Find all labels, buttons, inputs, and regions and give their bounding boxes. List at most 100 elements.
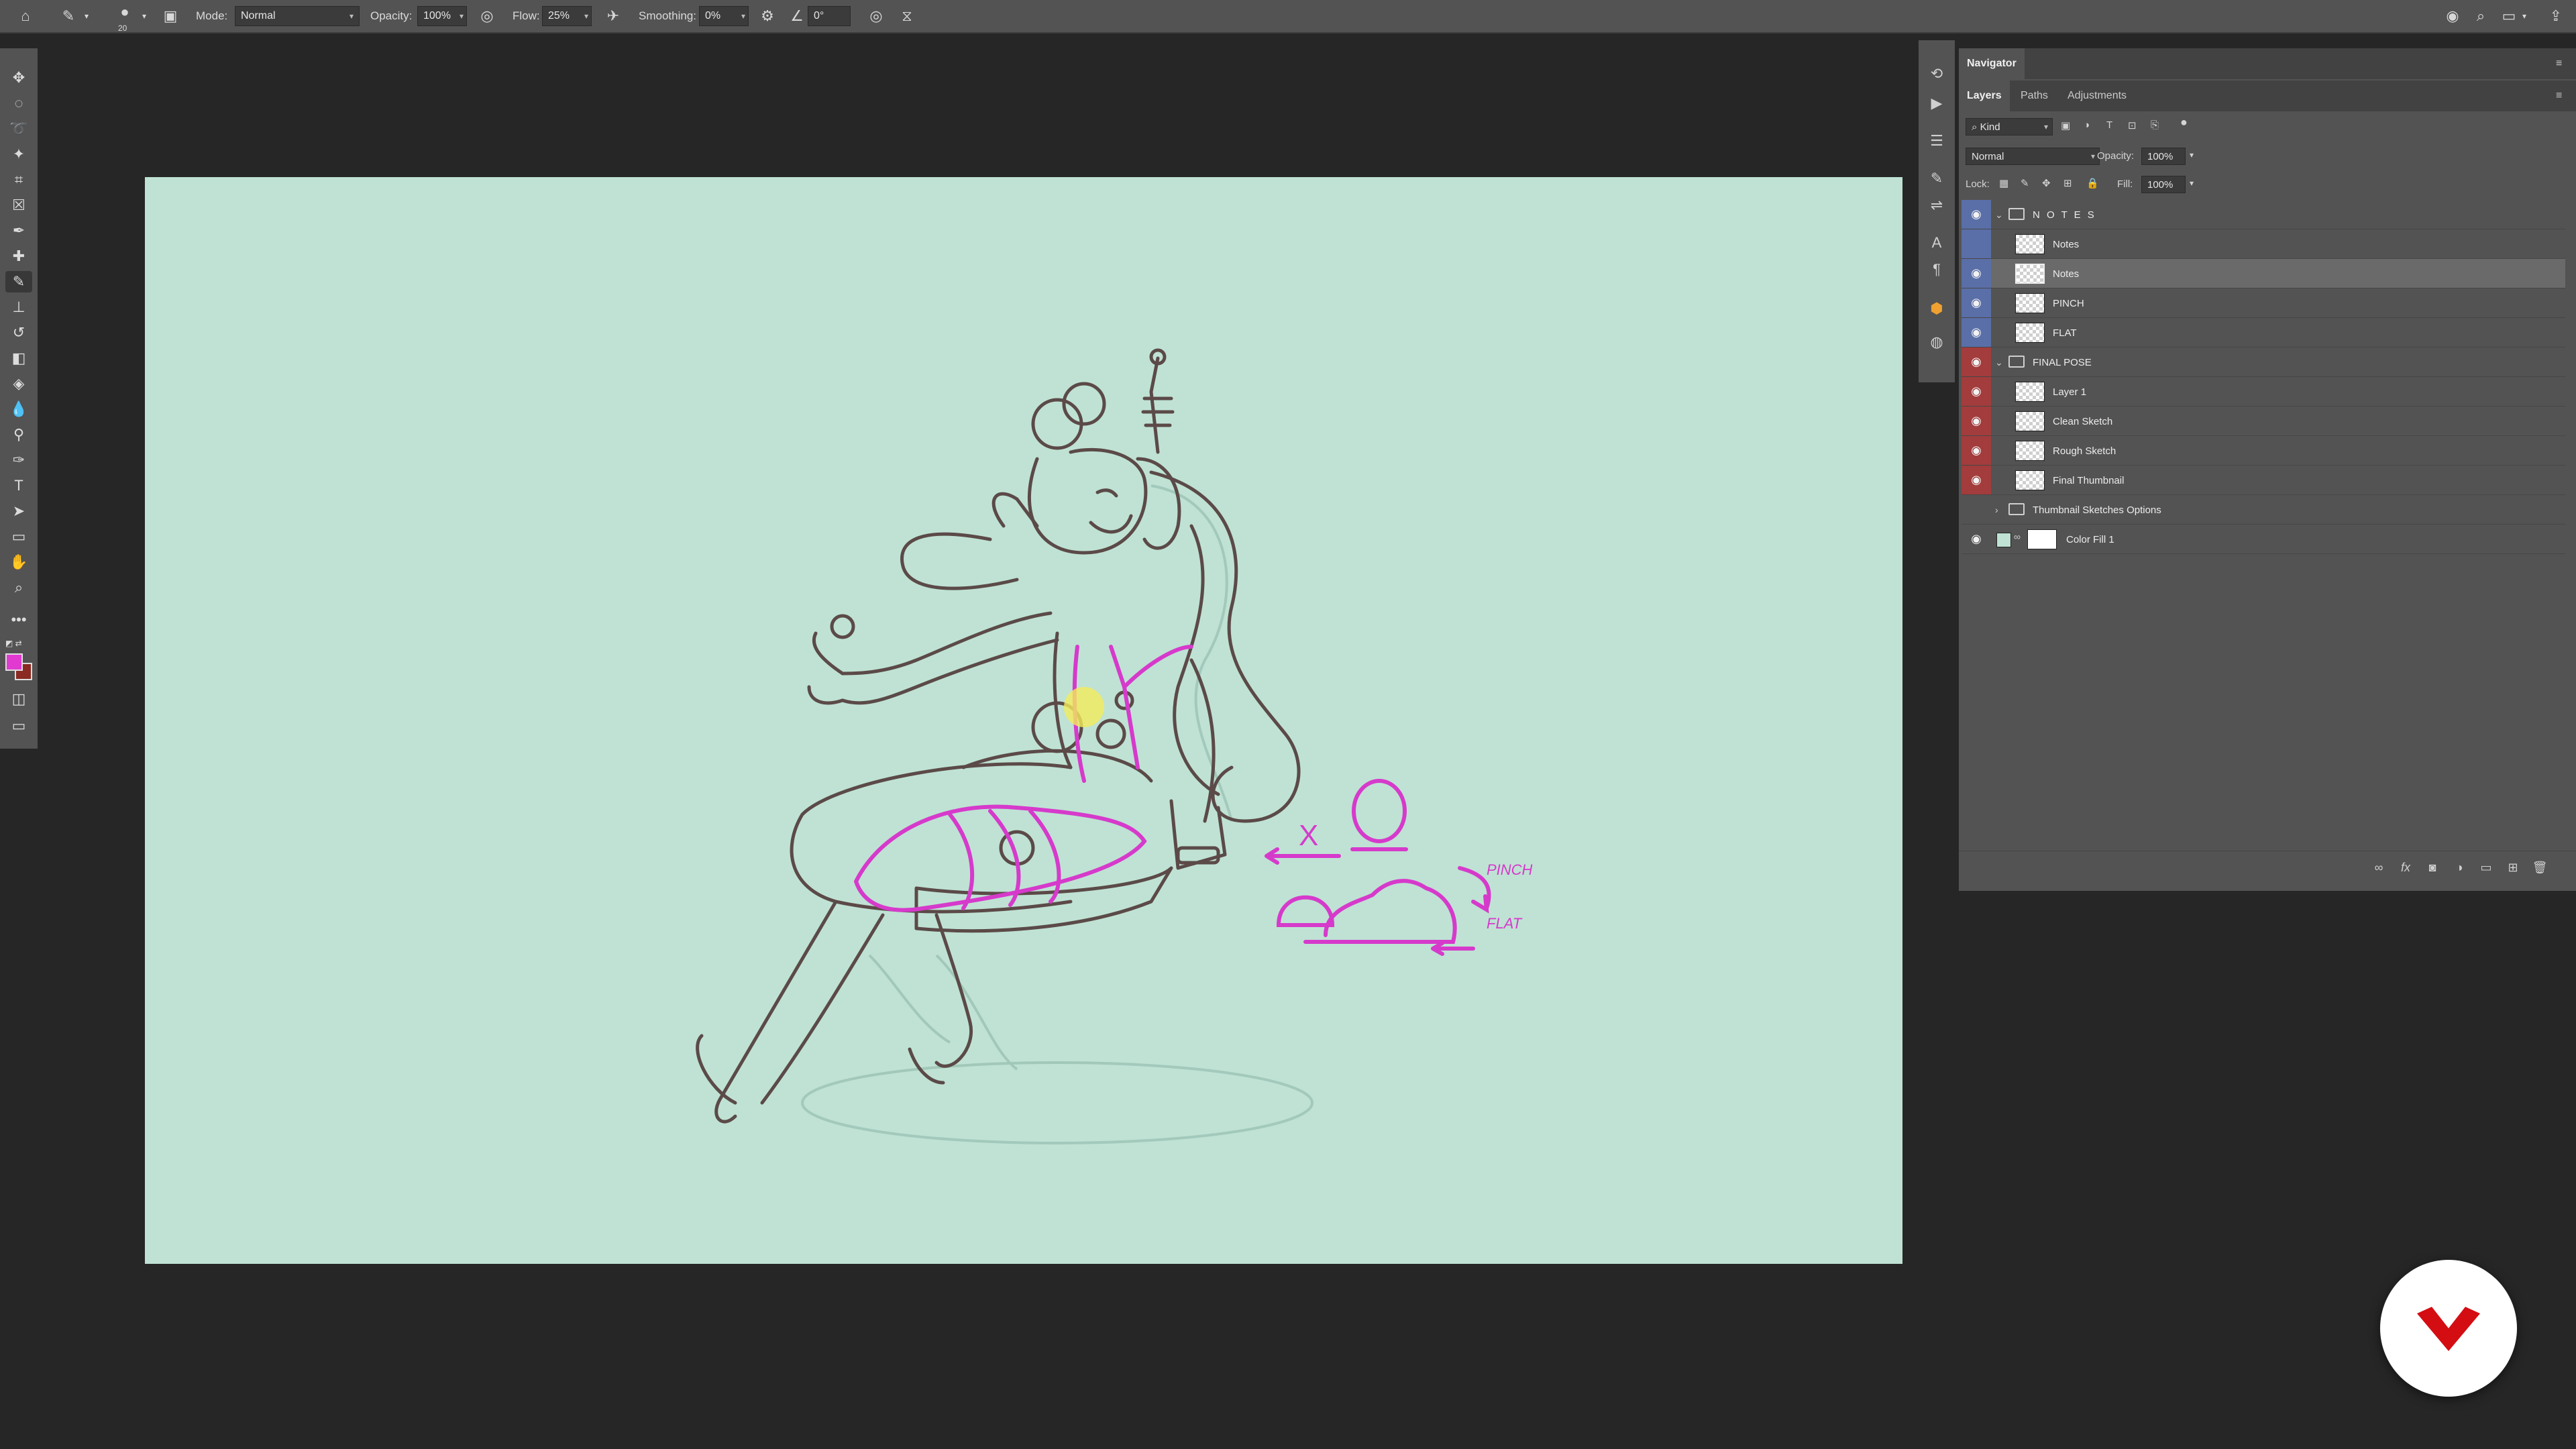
visibility-toggle[interactable]: ◉ <box>1962 259 1991 288</box>
new-group-icon[interactable]: ▭ <box>2477 858 2496 877</box>
character-icon[interactable]: A <box>1923 229 1950 256</box>
marquee-tool-icon[interactable]: ◌ <box>5 93 32 114</box>
screen-mode-icon[interactable]: ▭ <box>5 715 32 737</box>
quick-mask-icon[interactable]: ◫ <box>5 688 32 710</box>
brush-preset-caret[interactable]: ▾ <box>142 0 146 32</box>
layer-row[interactable]: ◉ Clean Sketch <box>1962 407 2565 436</box>
fx-icon[interactable]: fx <box>2396 858 2415 877</box>
properties-icon[interactable]: ☰ <box>1923 127 1950 154</box>
lock-transparent-icon[interactable]: ▦ <box>1999 177 2008 189</box>
home-icon[interactable]: ⌂ <box>15 5 36 27</box>
workspace-caret[interactable]: ▾ <box>2522 0 2526 32</box>
layer-row[interactable]: ◉ Rough Sketch <box>1962 436 2565 466</box>
tab-paths[interactable]: Paths <box>2021 80 2048 111</box>
tab-navigator[interactable]: Navigator <box>1959 48 2025 79</box>
filter-toggle-icon[interactable]: ● <box>2180 115 2188 129</box>
opacity-field[interactable]: 100% ▾ <box>417 6 467 26</box>
3d-icon[interactable]: ⬢ <box>1923 295 1950 322</box>
brush-settings-icon[interactable]: ✎ <box>1923 165 1950 192</box>
healing-tool-icon[interactable]: ✚ <box>5 246 32 267</box>
share-account-icon[interactable]: ◉ <box>2442 5 2463 27</box>
layer-row[interactable]: Notes <box>1962 229 2565 259</box>
document-canvas[interactable]: X PINCH FLAT <box>145 177 1902 1264</box>
move-tool-icon[interactable]: ✥ <box>5 67 32 89</box>
brush-tool-icon[interactable]: ✎ <box>58 5 79 27</box>
add-mask-icon[interactable]: ◙ <box>2423 858 2442 877</box>
layer-row-color-fill[interactable]: ◉ ∞ Color Fill 1 <box>1962 525 2565 554</box>
layer-group-final-pose[interactable]: ◉ ⌄ FINAL POSE <box>1962 347 2565 377</box>
stamp-tool-icon[interactable]: ⊥ <box>5 297 32 318</box>
link-layers-icon[interactable]: ∞ <box>2369 858 2388 877</box>
chevron-right-icon[interactable]: › <box>1995 495 1998 525</box>
panel-menu-icon[interactable]: ≡ <box>2556 80 2562 111</box>
rectangle-tool-icon[interactable]: ▭ <box>5 526 32 547</box>
visibility-toggle[interactable] <box>1962 495 1991 524</box>
tool-preset-caret[interactable]: ▾ <box>85 0 89 32</box>
filter-pixel-icon[interactable]: ▣ <box>2061 119 2070 131</box>
share-icon[interactable]: ⇪ <box>2545 5 2567 27</box>
layer-row[interactable]: ◉ Layer 1 <box>1962 377 2565 407</box>
layer-opacity-field[interactable]: 100% <box>2141 148 2186 165</box>
layer-row[interactable]: ◉ PINCH <box>1962 288 2565 318</box>
pressure-size-icon[interactable]: ◎ <box>865 5 887 27</box>
chevron-down-icon[interactable]: ⌄ <box>1995 200 2003 229</box>
eyedropper-tool-icon[interactable]: ✒ <box>5 220 32 241</box>
tab-layers[interactable]: Layers <box>1959 80 2010 111</box>
chevron-down-icon[interactable]: ▾ <box>2190 150 2194 160</box>
visibility-toggle[interactable]: ◉ <box>1962 200 1991 229</box>
flow-field[interactable]: 25% ▾ <box>542 6 592 26</box>
symmetry-icon[interactable]: ⧖ <box>896 5 918 27</box>
smoothing-field[interactable]: 0% ▾ <box>699 6 749 26</box>
blend-mode-select[interactable]: Normal ▾ <box>1966 148 2100 165</box>
visibility-toggle[interactable]: ◉ <box>1962 436 1991 465</box>
layer-row-selected[interactable]: ◉ Notes <box>1962 259 2565 288</box>
lock-position-icon[interactable]: ✥ <box>2042 177 2051 189</box>
frame-tool-icon[interactable]: ☒ <box>5 195 32 216</box>
path-select-tool-icon[interactable]: ➤ <box>5 500 32 522</box>
hand-tool-icon[interactable]: ✋ <box>5 551 32 573</box>
layer-row[interactable]: ◉ FLAT <box>1962 318 2565 347</box>
visibility-toggle[interactable]: ◉ <box>1962 407 1991 435</box>
chevron-down-icon[interactable]: ▾ <box>2190 178 2194 188</box>
foreground-color-swatch[interactable] <box>5 653 23 671</box>
visibility-toggle[interactable]: ◉ <box>1962 466 1991 494</box>
new-layer-icon[interactable]: ⊞ <box>2504 858 2522 877</box>
adjustment-layer-icon[interactable]: ◑ <box>2450 858 2469 877</box>
paragraph-icon[interactable]: ¶ <box>1923 256 1950 283</box>
filter-shape-icon[interactable]: ⊡ <box>2128 119 2137 131</box>
dodge-tool-icon[interactable]: ⚲ <box>5 424 32 445</box>
brush-settings-icon[interactable]: ▣ <box>160 5 181 27</box>
lock-image-icon[interactable]: ✎ <box>2021 177 2029 189</box>
mode-select[interactable]: Normal ▾ <box>235 6 360 26</box>
lock-artboard-icon[interactable]: ⊞ <box>2063 177 2072 189</box>
actions-play-icon[interactable]: ▶ <box>1923 90 1950 117</box>
layer-group-notes[interactable]: ◉ ⌄ N O T E S <box>1962 200 2565 229</box>
zoom-tool-icon[interactable]: ⌕ <box>5 577 32 598</box>
visibility-toggle[interactable] <box>1962 229 1991 258</box>
type-tool-icon[interactable]: T <box>5 475 32 496</box>
filter-smart-object-icon[interactable]: ⎘ <box>2151 119 2159 131</box>
layer-filter-select[interactable]: ⌕ Kind ▾ <box>1966 118 2053 136</box>
swap-colors-icon[interactable]: ◩ ⇄ <box>5 639 32 649</box>
visibility-toggle[interactable]: ◉ <box>1962 377 1991 406</box>
plugin-icon[interactable]: ◍ <box>1923 329 1950 356</box>
angle-field[interactable]: 0° <box>808 6 851 26</box>
visibility-toggle[interactable]: ◉ <box>1962 288 1991 317</box>
tab-adjustments[interactable]: Adjustments <box>2068 80 2127 111</box>
layer-fill-field[interactable]: 100% <box>2141 176 2186 193</box>
history-icon[interactable]: ⟲ <box>1923 60 1950 87</box>
lasso-tool-icon[interactable]: ➰ <box>5 118 32 140</box>
filter-type-icon[interactable]: T <box>2106 119 2112 131</box>
eraser-tool-icon[interactable]: ◧ <box>5 347 32 369</box>
more-tools-icon[interactable]: ••• <box>5 609 32 631</box>
search-icon[interactable]: ⌕ <box>2470 5 2491 27</box>
pen-tool-icon[interactable]: ✑ <box>5 449 32 471</box>
adjust-icon[interactable]: ⇌ <box>1923 192 1950 219</box>
magic-wand-tool-icon[interactable]: ✦ <box>5 144 32 165</box>
chevron-down-icon[interactable]: ⌄ <box>1995 347 2003 377</box>
paint-bucket-tool-icon[interactable]: ◈ <box>5 373 32 394</box>
layer-group-thumbnail-sketches[interactable]: › Thumbnail Sketches Options <box>1962 495 2565 525</box>
filter-adjustment-icon[interactable]: ◑ <box>2084 119 2090 131</box>
gear-icon[interactable]: ⚙ <box>757 5 778 27</box>
brush-tool-icon[interactable]: ✎ <box>5 271 32 292</box>
